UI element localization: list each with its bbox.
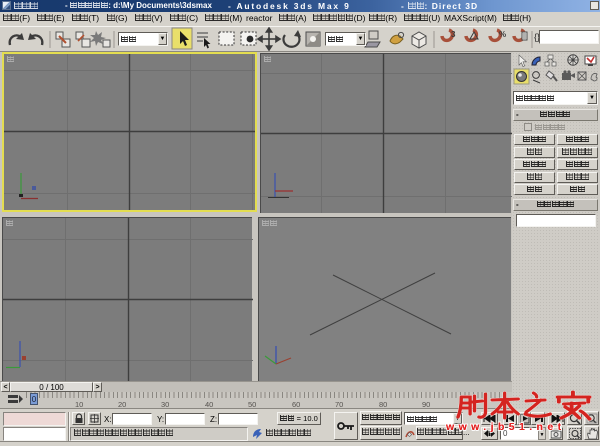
svg-text:%: % [499, 30, 506, 39]
svg-text:3: 3 [451, 30, 456, 39]
